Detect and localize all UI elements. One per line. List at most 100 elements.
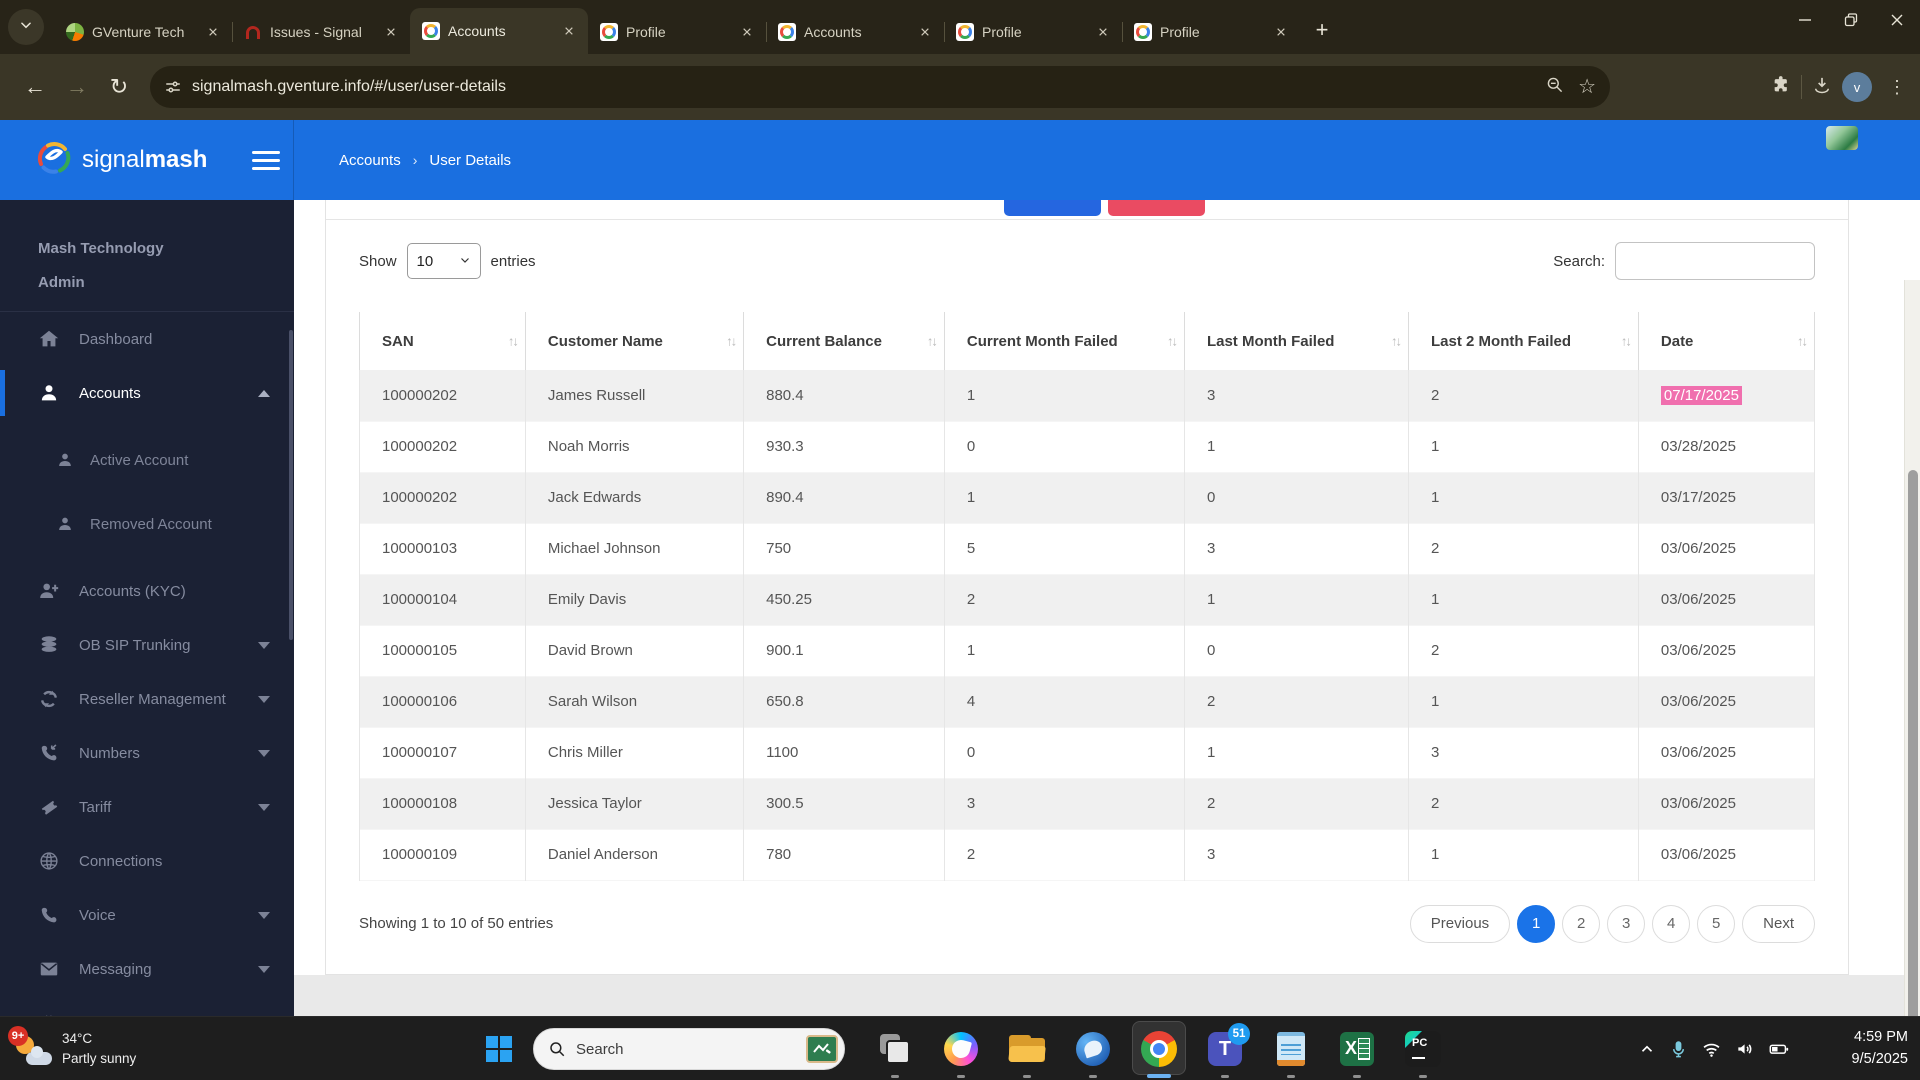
reload-button[interactable]: ↻: [98, 66, 140, 108]
sidebar-scrollbar[interactable]: [289, 330, 293, 640]
tab-close-icon[interactable]: [1272, 23, 1290, 41]
tab-search-button[interactable]: [8, 9, 44, 45]
tab-close-icon[interactable]: [560, 22, 578, 40]
pagination-page-2[interactable]: 2: [1562, 904, 1601, 943]
taskbar-app-notepad[interactable]: [1258, 1017, 1324, 1080]
sort-arrows-icon[interactable]: ↑↓: [508, 334, 519, 349]
task-view-icon: [880, 1034, 910, 1064]
column-label: Last Month Failed: [1206, 332, 1335, 350]
sort-arrows-icon[interactable]: ↑↓: [726, 334, 737, 349]
column-header-current-month-failed[interactable]: Current Month Failed ↑↓: [944, 312, 1185, 370]
back-button[interactable]: ←: [14, 66, 56, 108]
sidebar-item-voice[interactable]: Voice: [0, 888, 294, 942]
tray-chevron-up-icon[interactable]: [1638, 1040, 1656, 1058]
pagination-next-button[interactable]: Next: [1742, 904, 1815, 943]
sort-arrows-icon[interactable]: ↑↓: [1391, 334, 1402, 349]
breadcrumb-accounts-link[interactable]: Accounts: [339, 152, 401, 169]
browser-profile-avatar[interactable]: v: [1842, 72, 1872, 102]
pagination-page-1[interactable]: 1: [1517, 904, 1556, 943]
hamburger-menu-icon[interactable]: [252, 150, 280, 170]
sort-arrows-icon[interactable]: ↑↓: [1797, 334, 1808, 349]
sidebar-item-reseller-management[interactable]: Reseller Management: [0, 672, 294, 726]
browser-tab-profile[interactable]: Profile: [1122, 10, 1300, 54]
sidebar-item-ob-sip-trunking[interactable]: OB SIP Trunking: [0, 618, 294, 672]
primary-action-button[interactable]: [1004, 200, 1101, 216]
sidebar-item-active-account[interactable]: Active Account: [0, 428, 294, 492]
tab-close-icon[interactable]: [916, 23, 934, 41]
column-header-current-balance[interactable]: Current Balance ↑↓: [743, 312, 945, 370]
window-close-button[interactable]: [1874, 0, 1920, 40]
search-input[interactable]: [1615, 242, 1815, 280]
column-header-customer-name[interactable]: Customer Name ↑↓: [525, 312, 745, 370]
downloads-icon[interactable]: [1812, 75, 1832, 100]
sidebar-item-messaging[interactable]: Messaging: [0, 942, 294, 996]
window-minimize-button[interactable]: [1782, 0, 1828, 40]
site-info-icon[interactable]: [164, 78, 182, 96]
tab-close-icon[interactable]: [738, 23, 756, 41]
browser-tab-profile[interactable]: Profile: [588, 10, 766, 54]
danger-action-button[interactable]: [1108, 200, 1205, 216]
taskbar-app-task-view[interactable]: [862, 1017, 928, 1080]
taskbar-app-excel[interactable]: X: [1324, 1017, 1390, 1080]
column-header-san[interactable]: SAN ↑↓: [359, 312, 526, 370]
browser-tab-issues-signal[interactable]: Issues - Signal: [232, 10, 410, 54]
volume-icon[interactable]: [1735, 1039, 1755, 1059]
url-text[interactable]: signalmash.gventure.info/#/user/user-det…: [192, 78, 1545, 96]
browser-tab-gventure-tech[interactable]: GVenture Tech: [54, 10, 232, 54]
browser-tab-accounts[interactable]: Accounts: [766, 10, 944, 54]
taskbar-app-teams[interactable]: T 51: [1192, 1017, 1258, 1080]
taskbar-clock[interactable]: 4:59 PM 9/5/2025: [1852, 1017, 1908, 1080]
window-restore-button[interactable]: [1828, 0, 1874, 40]
sidebar-item-connections[interactable]: Connections: [0, 834, 294, 888]
microphone-icon[interactable]: [1669, 1040, 1688, 1059]
taskbar-app-file-explorer[interactable]: [994, 1017, 1060, 1080]
column-header-last-2-month-failed[interactable]: Last 2 Month Failed ↑↓: [1408, 312, 1639, 370]
sort-arrows-icon[interactable]: ↑↓: [927, 334, 938, 349]
sidebar-item-dashboard[interactable]: Dashboard: [0, 312, 294, 366]
page-scrollbar-thumb[interactable]: [1908, 470, 1918, 1016]
sort-arrows-icon[interactable]: ↑↓: [1621, 334, 1632, 349]
sidebar-item-tariff[interactable]: Tariff: [0, 780, 294, 834]
toolbar-divider: [1801, 75, 1802, 99]
weather-widget[interactable]: 9+ 34°C Partly sunny: [8, 1017, 136, 1080]
header-corner-image[interactable]: [1826, 126, 1858, 150]
taskbar-app-copilot[interactable]: [928, 1017, 994, 1080]
battery-icon[interactable]: [1768, 1038, 1790, 1060]
sidebar-item-numbers[interactable]: Numbers: [0, 726, 294, 780]
sidebar-item-removed-account[interactable]: Removed Account: [0, 492, 294, 556]
sidebar-item-a2p-campaigns[interactable]: A2P Campaigns: [0, 996, 294, 1016]
sort-arrows-icon[interactable]: ↑↓: [1167, 334, 1178, 349]
entries-select[interactable]: 10: [406, 243, 481, 279]
new-tab-button[interactable]: +: [1306, 14, 1338, 46]
page-scrollbar[interactable]: [1904, 280, 1920, 1016]
pagination-previous-button[interactable]: Previous: [1409, 904, 1511, 943]
column-header-date[interactable]: Date ↑↓: [1638, 312, 1816, 370]
tab-close-icon[interactable]: [1094, 23, 1112, 41]
address-bar[interactable]: signalmash.gventure.info/#/user/user-det…: [150, 66, 1610, 108]
pagination-page-4[interactable]: 4: [1652, 904, 1691, 943]
sidebar-item-accounts-kyc-[interactable]: Accounts (KYC): [0, 564, 294, 618]
zoom-indicator-icon[interactable]: [1545, 75, 1564, 99]
browser-tab-accounts[interactable]: Accounts: [410, 8, 588, 54]
bookmark-star-icon[interactable]: ☆: [1578, 77, 1596, 97]
start-button[interactable]: [480, 1030, 518, 1068]
extensions-icon[interactable]: [1771, 75, 1791, 100]
taskbar-app-chrome[interactable]: [1126, 1017, 1192, 1080]
sidebar-item-accounts[interactable]: Accounts: [0, 366, 294, 420]
column-label: Current Month Failed: [966, 332, 1118, 350]
pagination-page-3[interactable]: 3: [1607, 904, 1646, 943]
taskbar-app-pycharm[interactable]: PC: [1390, 1017, 1456, 1080]
browser-menu-icon[interactable]: ⋮: [1882, 77, 1912, 98]
wifi-icon[interactable]: [1701, 1039, 1722, 1060]
browser-tab-profile[interactable]: Profile: [944, 10, 1122, 54]
taskbar-search-box[interactable]: Search: [533, 1028, 845, 1070]
forward-button[interactable]: →: [56, 66, 98, 108]
tab-close-icon[interactable]: [382, 23, 400, 41]
signalmash-favicon-icon: [422, 22, 440, 40]
taskbar-app-thunderbird[interactable]: [1060, 1017, 1126, 1080]
column-header-last-month-failed[interactable]: Last Month Failed ↑↓: [1184, 312, 1410, 370]
pagination-page-5[interactable]: 5: [1697, 904, 1736, 943]
cell-date: 03/06/2025: [1638, 676, 1816, 727]
breadcrumb-current: User Details: [429, 151, 512, 169]
tab-close-icon[interactable]: [204, 23, 222, 41]
